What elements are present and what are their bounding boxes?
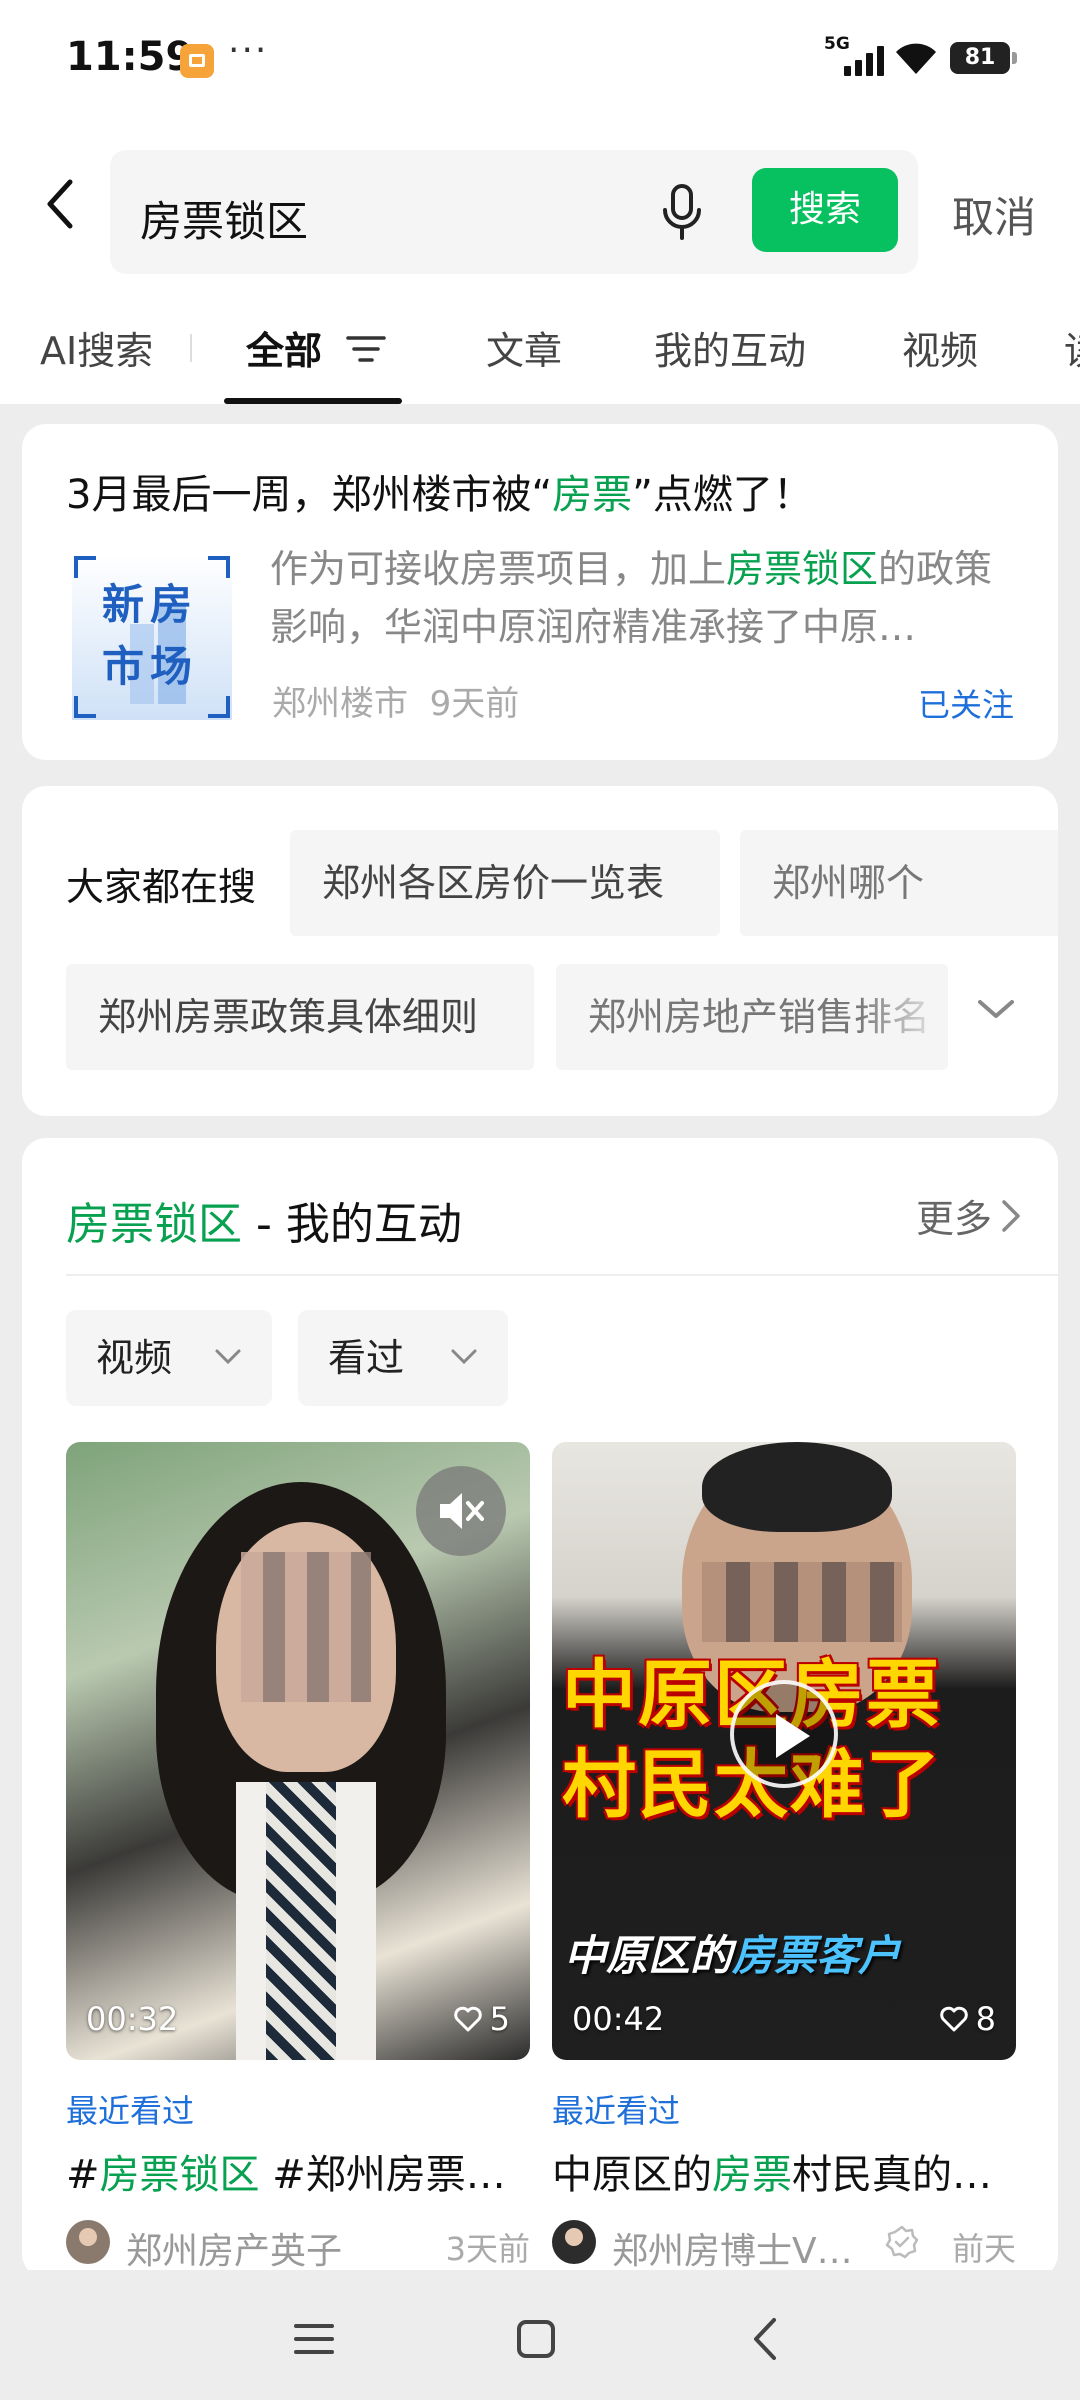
tab-ai-search[interactable]: AI搜索 [40, 320, 153, 375]
search-input[interactable]: 房票锁区 搜索 [110, 150, 918, 274]
video-overlay-subtitle: 中原区的房票客户 [564, 1931, 901, 1980]
video-caption[interactable]: #房票锁区 #郑州房票… [66, 2142, 530, 2200]
chevron-down-icon[interactable] [974, 994, 1018, 1024]
menu-icon[interactable] [284, 2314, 344, 2364]
wifi-icon [896, 43, 936, 74]
my-interactions-card: 房票锁区 - 我的互动 更多 视频 看过 00:32 5 中原区房票 村民太难了… [22, 1138, 1058, 2278]
video-duration: 00:32 [86, 2000, 179, 2038]
divider [66, 1274, 1058, 1276]
author-name[interactable]: 郑州房产英子 [126, 2222, 342, 2274]
status-time: 11:59 [66, 34, 194, 80]
thumbnail-text: 新房市场 [102, 580, 199, 691]
back-icon[interactable] [40, 176, 80, 232]
avatar[interactable] [552, 2220, 596, 2264]
home-icon[interactable] [506, 2314, 566, 2364]
hot-search-chip[interactable]: 郑州哪个 [740, 830, 1058, 936]
chevron-right-icon [1002, 1199, 1020, 1232]
active-tab-indicator [224, 398, 402, 404]
article-thumbnail[interactable]: 新房市场 [72, 554, 232, 720]
interactions-title: 房票锁区 - 我的互动 [66, 1199, 462, 1250]
hot-search-chip[interactable]: 郑州各区房价一览表 [290, 830, 720, 936]
post-time: 前天 [951, 2230, 1016, 2268]
filter-type-dropdown[interactable]: 视频 [66, 1310, 272, 1406]
heart-icon [453, 2006, 482, 2032]
chevron-down-icon [451, 1349, 477, 1365]
video-likes: 5 [453, 2000, 510, 2038]
video-caption[interactable]: 中原区的房票村民真的… [552, 2142, 1016, 2200]
system-navigation-bar [0, 2270, 1080, 2400]
hot-searches-card: 大家都在搜 郑州各区房价一览表 郑州哪个 郑州房票政策具体细则 郑州房地产销售排… [22, 786, 1058, 1116]
video-duration: 00:42 [572, 2000, 665, 2038]
microphone-icon[interactable] [658, 182, 706, 242]
search-query-text[interactable]: 房票锁区 [140, 188, 308, 249]
search-header: 房票锁区 搜索 取消 [0, 120, 1080, 290]
mute-button[interactable] [416, 1466, 506, 1556]
author-name[interactable]: 郑州房博士V… [612, 2222, 853, 2274]
recently-viewed-label: 最近看过 [552, 2092, 681, 2130]
video-author-row[interactable]: 郑州房产英子 3天前 [66, 2218, 530, 2272]
hot-search-chip[interactable]: 郑州房票政策具体细则 [66, 964, 534, 1070]
post-time: 3天前 [445, 2230, 530, 2268]
battery-icon: 81 [950, 42, 1017, 74]
search-tabs: AI搜索 全部 文章 我的互动 视频 读 [0, 290, 1080, 404]
back-nav-icon[interactable] [736, 2314, 796, 2364]
video-thumbnail[interactable]: 00:32 5 [66, 1442, 530, 2060]
video-likes: 8 [939, 2000, 996, 2038]
tab-my-interactions[interactable]: 我的互动 [654, 320, 806, 375]
article-title[interactable]: 3月最后一周，郑州楼市被“房票”点燃了！ [66, 462, 813, 520]
cancel-button[interactable]: 取消 [952, 184, 1036, 245]
verified-badge-icon [885, 2225, 919, 2259]
article-summary[interactable]: 作为可接收房票项目，加上房票锁区的政策影响，华润中原润府精准承接了中原… [270, 540, 1026, 656]
video-thumbnail[interactable]: 中原区房票 村民太难了 中原区的房票客户 00:42 8 [552, 1442, 1016, 2060]
speaker-muted-icon [440, 1493, 484, 1529]
filter-icon[interactable] [346, 334, 386, 364]
tab-partial[interactable]: 读 [1064, 320, 1080, 375]
tab-videos[interactable]: 视频 [902, 320, 978, 375]
cellular-signal-icon: 5G [824, 34, 884, 78]
tab-articles[interactable]: 文章 [486, 320, 562, 375]
hot-searches-label: 大家都在搜 [66, 865, 257, 909]
article-result-card[interactable]: 3月最后一周，郑州楼市被“房票”点燃了！ 新房市场 作为可接收房票项目，加上房票… [22, 424, 1058, 760]
recently-viewed-label: 最近看过 [66, 2092, 195, 2130]
notification-app-icon [180, 44, 214, 78]
avatar[interactable] [66, 2220, 110, 2264]
tab-divider [190, 334, 192, 362]
article-source: 郑州楼市 9天前 [272, 684, 520, 724]
followed-status[interactable]: 已关注 [918, 680, 1014, 726]
play-button[interactable] [730, 1680, 838, 1788]
status-bar: 11:59 ··· 5G 81 [0, 0, 1080, 120]
filter-history-dropdown[interactable]: 看过 [298, 1310, 508, 1406]
chevron-down-icon [215, 1349, 241, 1365]
heart-icon [939, 2006, 968, 2032]
hot-search-chip[interactable]: 郑州房地产销售排名 [556, 964, 948, 1070]
more-link[interactable]: 更多 [916, 1188, 1022, 1243]
more-notifications-icon: ··· [228, 30, 269, 71]
tab-all[interactable]: 全部 [246, 320, 322, 375]
video-author-row[interactable]: 郑州房博士V… 前天 [552, 2218, 1016, 2272]
search-button[interactable]: 搜索 [752, 168, 898, 252]
